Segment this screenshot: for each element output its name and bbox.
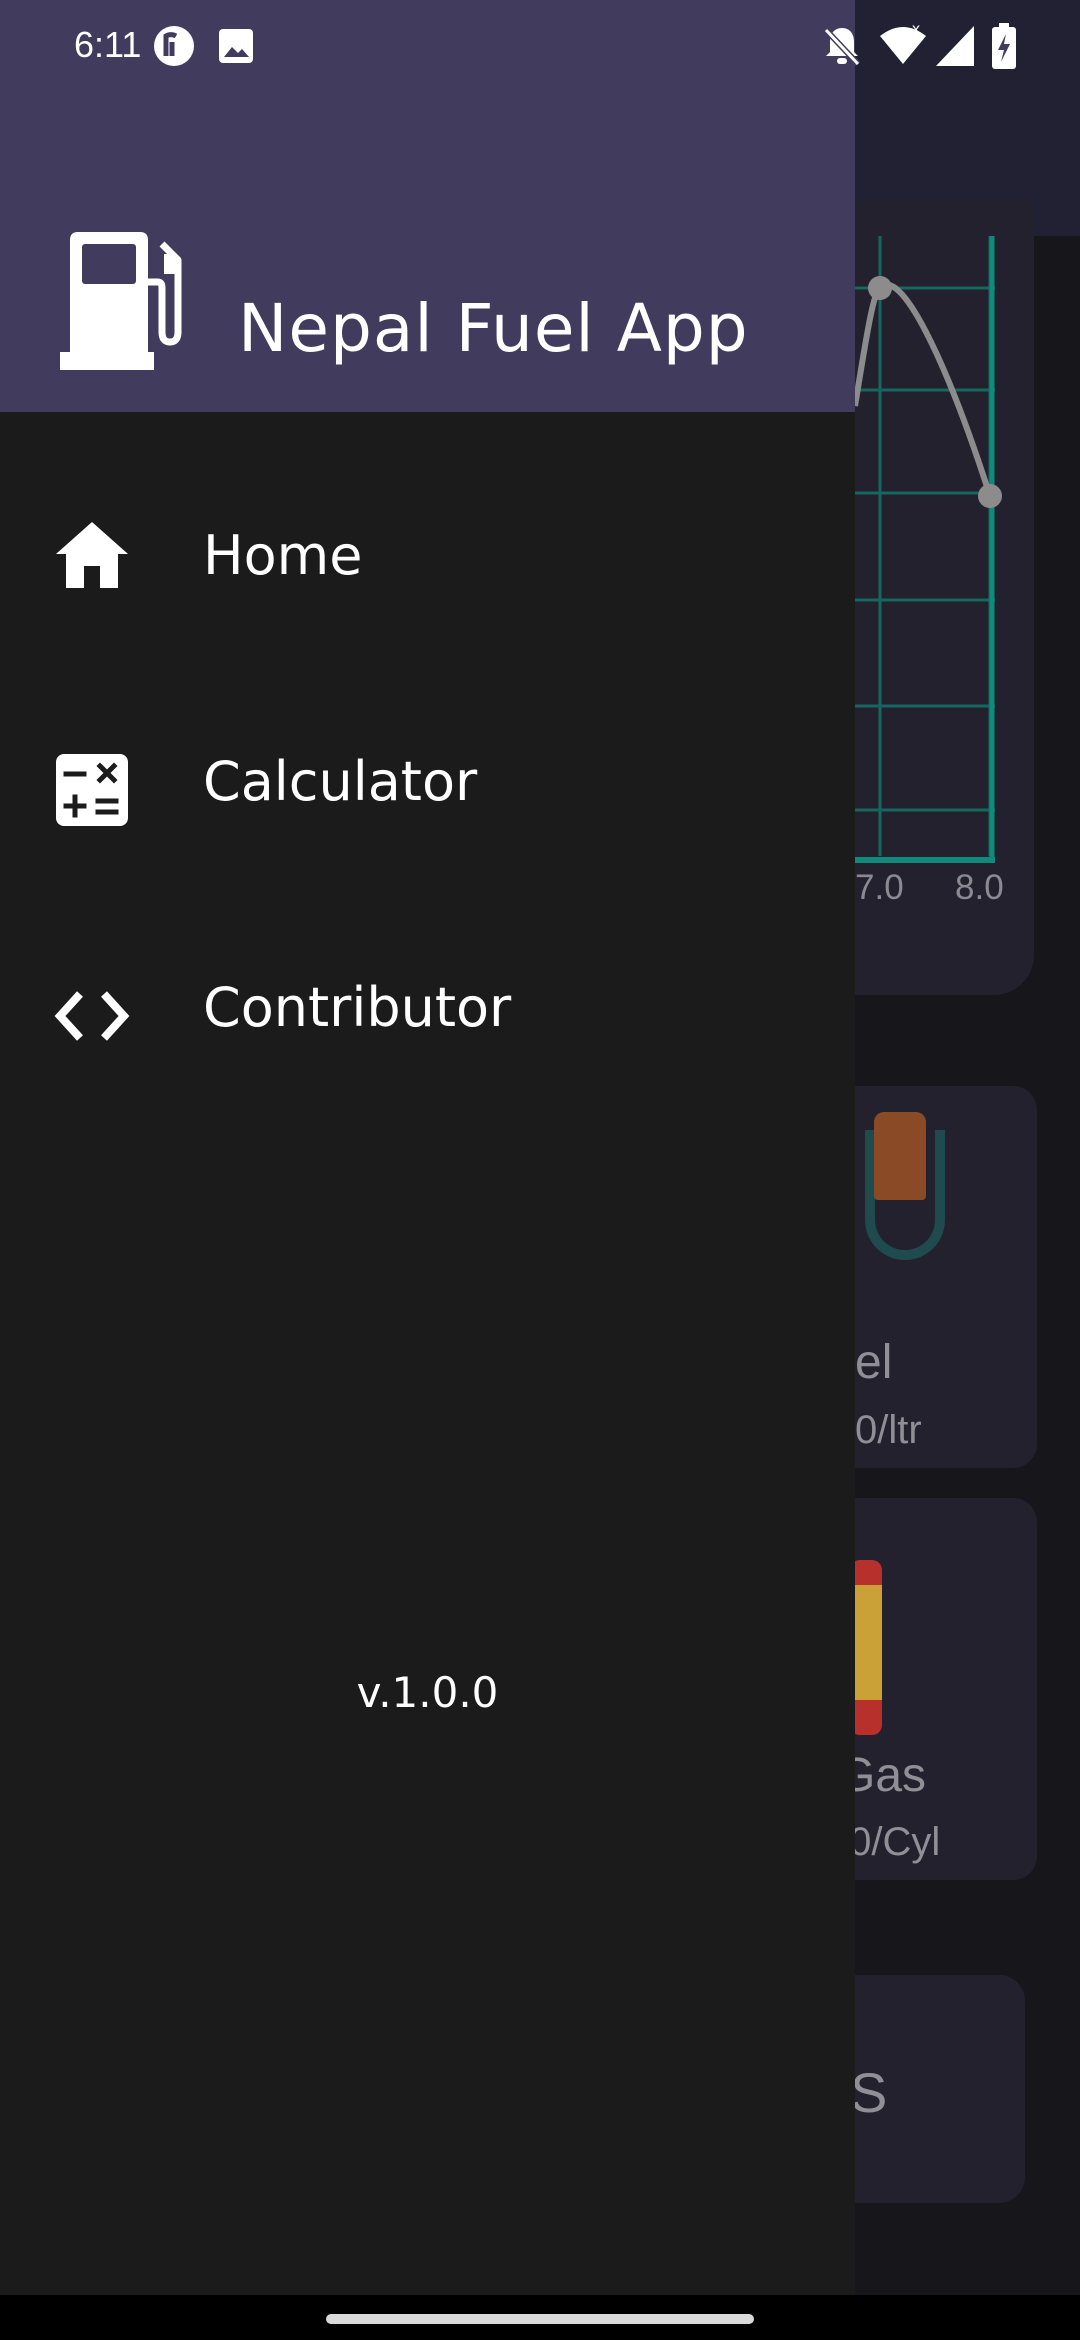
notifications-off-icon	[823, 27, 861, 67]
status-time: 6:11	[74, 24, 142, 65]
chart-tick-label: 8.0	[955, 868, 1004, 907]
background-line-chart	[855, 236, 1002, 863]
battery-charging-icon	[992, 23, 1016, 69]
pocket-casts-icon	[154, 26, 194, 66]
wifi-icon: x	[880, 24, 926, 64]
drawer-item-contributor[interactable]: Contributor	[0, 914, 855, 1104]
fuel-card-price: 0/ltr	[855, 1408, 922, 1452]
signal-icon	[936, 26, 974, 66]
home-gesture-handle[interactable]	[326, 2314, 754, 2324]
fuel-nozzle-icon	[874, 1112, 926, 1200]
status-bar: 6:11 x	[0, 0, 1080, 96]
drawer-item-home[interactable]: Home	[0, 462, 855, 652]
drawer-item-label: Home	[203, 524, 363, 587]
drawer-item-label: Calculator	[203, 750, 478, 813]
background-card-text: S	[850, 2061, 888, 2124]
svg-text:x: x	[912, 24, 920, 38]
home-icon	[56, 522, 128, 588]
image-icon	[219, 29, 253, 63]
drawer-item-calculator[interactable]: Calculator	[0, 688, 855, 878]
calculator-icon	[56, 754, 128, 826]
app-title: Nepal Fuel App	[238, 290, 749, 367]
navigation-drawer: Nepal Fuel App Home Calculator Contribut…	[0, 0, 855, 2295]
code-icon	[54, 991, 130, 1041]
chart-tick-label: 7.0	[855, 868, 904, 907]
drawer-item-label: Contributor	[203, 976, 512, 1039]
fuel-card-name: el	[855, 1336, 893, 1389]
app-version: v.1.0.0	[356, 1668, 499, 1717]
fuel-pump-icon	[60, 232, 182, 370]
